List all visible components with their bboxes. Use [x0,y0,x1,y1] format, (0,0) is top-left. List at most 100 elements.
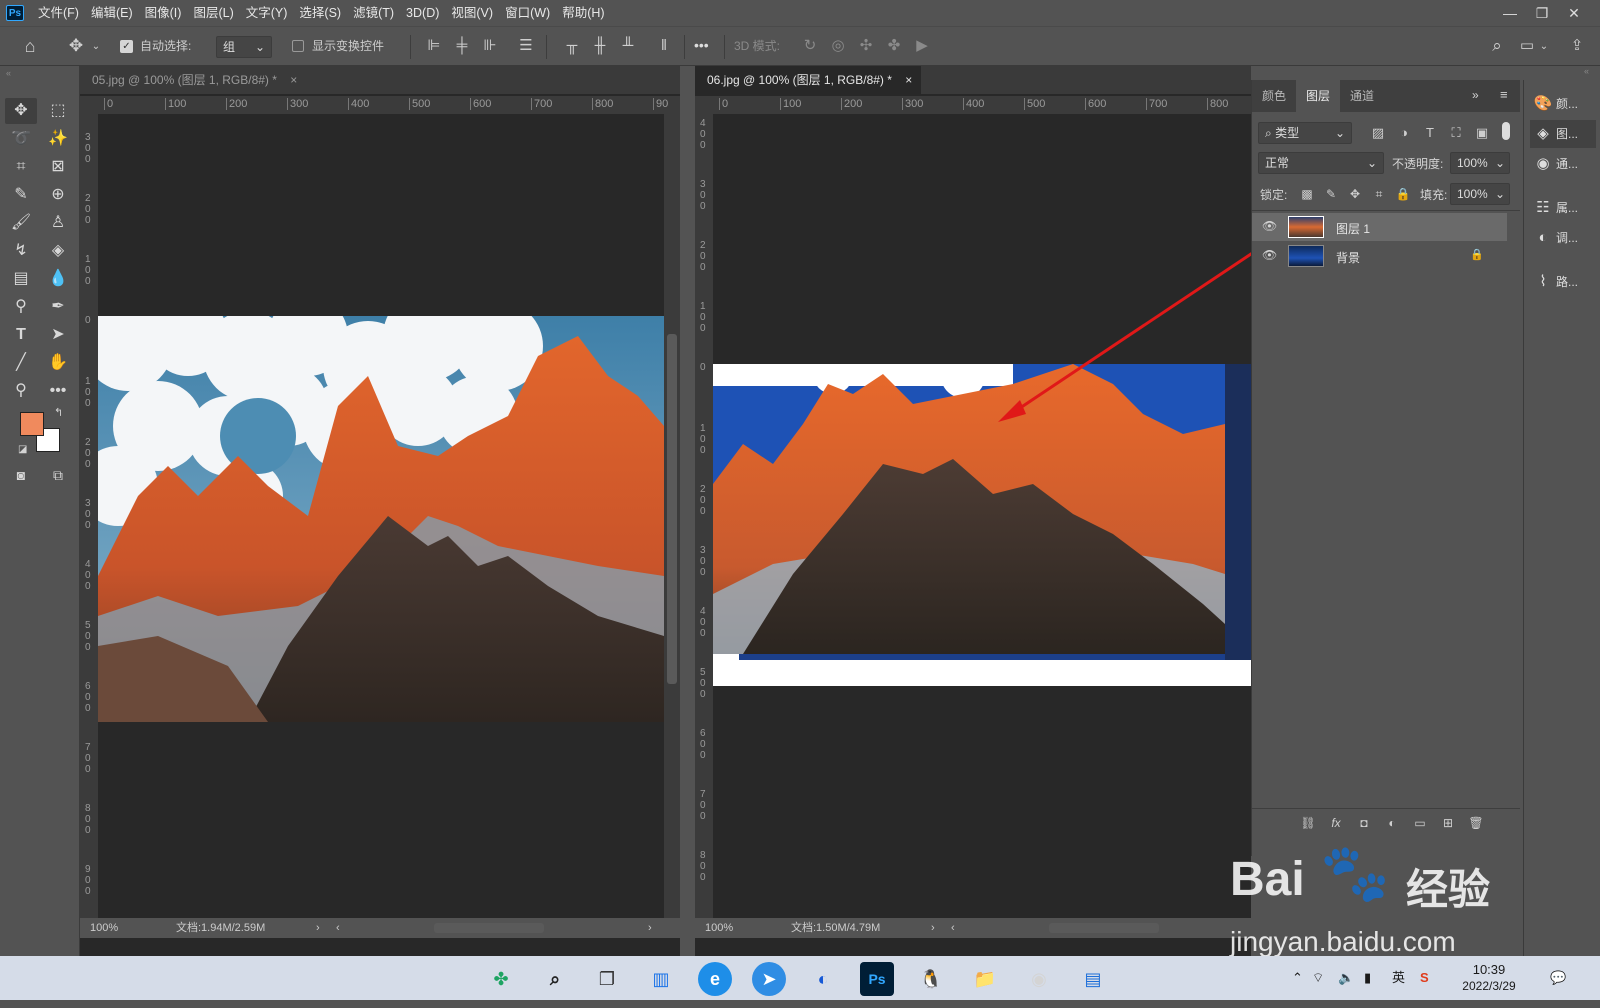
lock-artboard-icon[interactable]: ⌗ [1370,184,1388,204]
chevron-down-icon[interactable]: ⌄ [1538,37,1550,57]
dock-color[interactable]: 🎨 颜... [1530,90,1596,118]
move-tool-icon[interactable]: ✥ [5,98,37,124]
file-explorer-icon[interactable]: 📁 [968,962,1002,996]
panel-menu-icon[interactable]: ≡ [1500,87,1508,102]
menu-view[interactable]: 视图(V) [445,0,499,26]
auto-select-checkbox[interactable]: ✓ [120,40,133,53]
align-left-icon[interactable]: ⊫ [424,36,444,56]
zoom-tool-icon[interactable]: ⚲ [5,378,37,404]
magic-wand-icon[interactable]: ✨ [42,126,74,152]
filter-shape-icon[interactable]: ⛶ [1446,123,1466,143]
start-icon[interactable]: ✤ [484,962,518,996]
path-select-icon[interactable]: ➤ [42,322,74,348]
notepad-icon[interactable]: ▤ [1076,962,1110,996]
h-scroll-thumb[interactable] [1049,923,1159,933]
lock-transparent-icon[interactable]: ▩ [1298,184,1316,204]
brush-tool-icon[interactable]: 🖌 [5,210,37,236]
dock-adjustments[interactable]: ◐ 调... [1530,224,1596,252]
new-group-icon[interactable]: ▭ [1410,813,1430,833]
adjustment-layer-icon[interactable]: ◐ [1382,813,1402,833]
screen-mode-icon[interactable]: ⧉ [42,462,74,488]
hand-tool-icon[interactable]: ✋ [42,350,74,376]
tab-color[interactable]: 颜色 [1252,80,1296,112]
menu-type[interactable]: 文字(Y) [240,0,294,26]
sogou-icon[interactable]: S [1420,956,1429,1000]
task-view-icon[interactable]: ❐ [590,962,624,996]
close-tab-icon[interactable]: × [290,73,297,87]
scroll-right-icon[interactable]: › [648,918,652,938]
menu-3d[interactable]: 3D(D) [400,0,445,26]
dock-layers[interactable]: ◈ 图... [1530,120,1596,148]
lock-paint-icon[interactable]: ✎ [1322,184,1340,204]
chevron-down-icon[interactable]: ⌄ [90,37,102,57]
zoom-level[interactable]: 100% [90,918,118,938]
scroll-left-icon[interactable]: ‹ [336,918,340,938]
eyedropper-icon[interactable]: ✎ [5,182,37,208]
quick-mask-icon[interactable]: ◙ [5,462,37,488]
eye-icon[interactable]: 👁 [1262,219,1277,233]
show-transform-checkbox[interactable] [292,40,304,52]
filter-kind-dropdown[interactable]: ⌕ 类型 ⌄ [1258,122,1352,144]
menu-edit[interactable]: 编辑(E) [85,0,139,26]
align-center-icon[interactable]: ╪ [452,36,472,56]
battery-icon[interactable]: ▮ [1364,956,1371,1000]
distribute-vertical-icon[interactable]: ‖ [654,36,674,56]
filter-toggle[interactable] [1502,122,1510,140]
trash-icon[interactable]: 🗑 [1466,813,1486,833]
chevron-right-icon[interactable]: › [316,918,320,938]
eye-icon[interactable]: 👁 [1262,248,1277,262]
swap-colors-icon[interactable]: ↰ [54,406,63,419]
menu-select[interactable]: 选择(S) [293,0,347,26]
share-icon[interactable]: ⇪ [1566,36,1588,56]
notification-icon[interactable]: 💬 [1550,956,1566,1000]
menu-help[interactable]: 帮助(H) [556,0,610,26]
default-colors-icon[interactable]: ◪ [18,444,27,455]
zoom-level[interactable]: 100% [705,918,733,938]
filter-adjustment-icon[interactable]: ◑ [1394,123,1414,143]
layer-row-background[interactable]: 👁 背景 🔒 [1252,242,1507,270]
3d-camera-icon[interactable]: ▶ [912,36,932,56]
align-bottom-icon[interactable]: ╨ [618,36,638,56]
crop-tool-icon[interactable]: ⌗ [5,154,37,180]
marquee-tool-icon[interactable]: ⬚ [42,98,74,124]
qq-icon[interactable]: 🐧 [914,962,948,996]
lock-position-icon[interactable]: ✥ [1346,184,1364,204]
input-language[interactable]: 英 [1392,956,1405,1000]
scroll-thumb[interactable] [667,334,677,684]
3d-rotate-icon[interactable]: ↻ [800,36,820,56]
dock-channels[interactable]: ◉ 通... [1530,150,1596,178]
chrome-icon[interactable]: ◉ [1022,962,1056,996]
menu-window[interactable]: 窗口(W) [499,0,556,26]
link-layers-icon[interactable]: ⛓ [1298,813,1318,833]
align-middle-icon[interactable]: ╫ [590,36,610,56]
menu-file[interactable]: 文件(F) [32,0,85,26]
distribute-icon[interactable]: ☰ [516,36,536,56]
align-right-icon[interactable]: ⊪ [480,36,500,56]
clock-date[interactable]: 2022/3/29 [1454,964,1524,1008]
lasso-tool-icon[interactable]: ➰ [5,126,37,152]
scroll-left-icon[interactable]: ‹ [951,918,955,938]
search-icon[interactable]: ⌕ [1486,36,1508,56]
3d-drag-icon[interactable]: ✣ [856,36,876,56]
minimize-button[interactable]: — [1494,0,1526,26]
3d-roll-icon[interactable]: ◎ [828,36,848,56]
fill-input[interactable]: 100% ⌄ [1450,183,1510,205]
healing-brush-icon[interactable]: ⊕ [42,182,74,208]
foreground-color-swatch[interactable] [20,412,44,436]
lock-all-icon[interactable]: 🔒 [1394,184,1412,204]
move-tool-icon[interactable]: ✥ [64,36,88,56]
photoshop-taskbar-icon[interactable]: Ps [860,962,894,996]
tab-channels[interactable]: 通道 [1340,80,1384,112]
pen-tool-icon[interactable]: ✒ [42,294,74,320]
menu-layer[interactable]: 图层(L) [187,0,239,26]
doc-tab-05[interactable]: 05.jpg @ 100% (图层 1, RGB/8#) * × [80,66,320,94]
gradient-tool-icon[interactable]: ▤ [5,266,37,292]
filter-smart-icon[interactable]: ▣ [1472,123,1492,143]
tray-chevron-icon[interactable]: ⌃ [1292,956,1303,1000]
stamp-tool-icon[interactable]: ♙ [42,210,74,236]
auto-select-dropdown[interactable]: 组 ⌄ [216,36,272,58]
restore-button[interactable]: ❐ [1526,0,1558,26]
volume-icon[interactable]: 🔈 [1338,956,1354,1000]
edge-icon[interactable]: e [698,962,732,996]
doc-tab-06[interactable]: 06.jpg @ 100% (图层 1, RGB/8#) * × [695,66,921,94]
